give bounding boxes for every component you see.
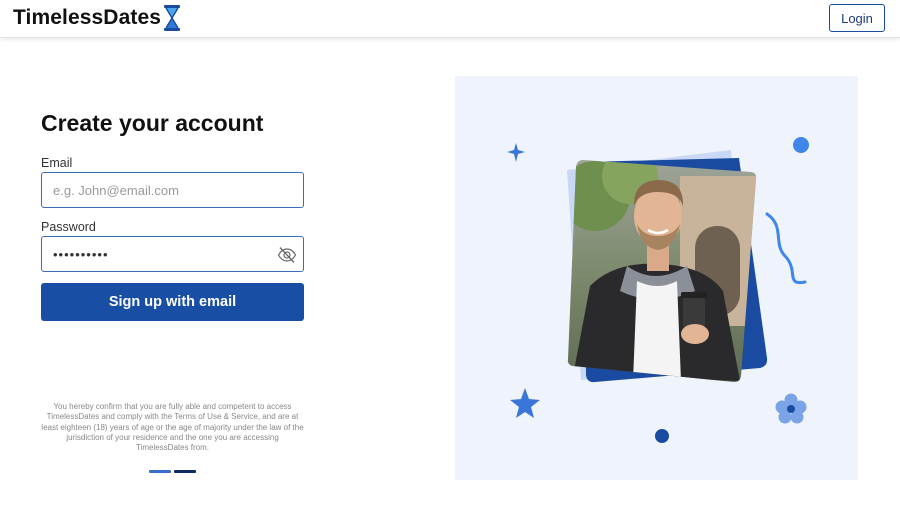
carousel-dot-active[interactable] [149, 470, 171, 473]
profile-photo [567, 160, 757, 382]
top-navbar: TimelessDates Login [0, 0, 900, 38]
sign-up-with-email-button[interactable]: Sign up with email [41, 283, 304, 321]
hero-illustration [507, 137, 809, 443]
hourglass-icon [164, 5, 181, 31]
flower-icon [775, 393, 807, 424]
login-button[interactable]: Login [829, 4, 885, 32]
star-icon [510, 388, 540, 418]
email-label: Email [41, 156, 73, 170]
decor-dot [793, 137, 809, 153]
password-label: Password [41, 220, 96, 234]
page-title: Create your account [41, 110, 264, 136]
password-field[interactable] [42, 237, 303, 271]
carousel-indicator [149, 470, 196, 473]
carousel-dot-inactive[interactable] [174, 470, 196, 473]
email-field[interactable] [42, 173, 303, 207]
decor-dot [655, 429, 669, 443]
sparkle-star-icon [507, 143, 525, 162]
email-field-wrapper [41, 172, 304, 208]
eye-slash-icon[interactable] [277, 246, 297, 264]
password-field-wrapper [41, 236, 304, 272]
logo-text: TimelessDates [13, 6, 162, 29]
squiggle-line [765, 212, 807, 285]
hero-illustration-panel [455, 76, 858, 480]
terms-disclaimer: You hereby confirm that you are fully ab… [41, 402, 304, 453]
logo[interactable]: TimelessDates [13, 4, 182, 32]
